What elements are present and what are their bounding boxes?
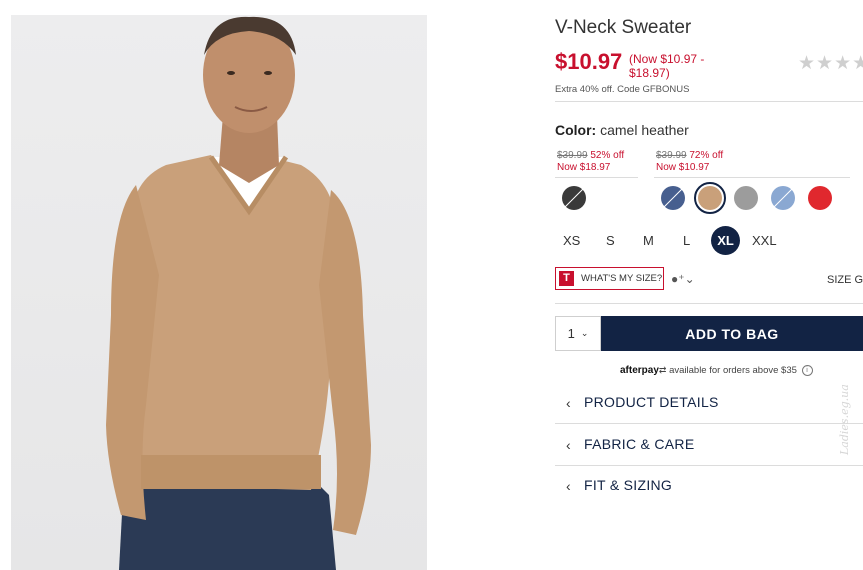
size-l[interactable]: L (683, 233, 690, 248)
accordion-label: FIT & SIZING (584, 477, 673, 493)
chevron-down-icon: ⌄ (580, 328, 589, 338)
original-price: $39.99 (656, 150, 687, 161)
now-price: Now $10.97 (656, 162, 710, 173)
discount-text: 72% off (686, 150, 724, 161)
afterpay-logo: afterpay (620, 365, 659, 377)
divider (654, 177, 850, 178)
color-label-row: Color: camel heather (555, 122, 689, 138)
model-photo-illustration (106, 16, 371, 570)
quantity-select[interactable]: 1 ⌄ (555, 316, 601, 351)
info-icon[interactable]: i (801, 365, 813, 376)
size-xxl[interactable]: XXL (752, 233, 777, 248)
rating-stars[interactable]: ★★★★ (798, 52, 863, 75)
now-price: Now $18.97 (557, 162, 611, 173)
sale-price: $10.97 (555, 49, 623, 74)
product-title: V-Neck Sweater (555, 17, 692, 38)
watermark: Ladies.eg.ua (838, 384, 851, 455)
divider (555, 303, 863, 304)
afterpay-message: afterpay⇄ available for orders above $35… (620, 365, 813, 376)
color-swatch-light-blue[interactable] (771, 186, 795, 210)
size-m[interactable]: M (643, 233, 654, 248)
accordion-label: PRODUCT DETAILS (584, 394, 719, 410)
quantity-value: 1 (567, 326, 575, 341)
color-label: Color: (555, 122, 597, 138)
afterpay-text: available for orders above $35 (666, 365, 797, 377)
chevron-left-icon: ‹ (566, 437, 571, 453)
person-chevron-icon[interactable]: ●⁺⌄ (671, 272, 695, 286)
accordion-fabric-care[interactable]: ‹ FABRIC & CARE (555, 425, 863, 466)
unavailable-slash (662, 187, 684, 209)
unavailable-slash (772, 187, 794, 209)
original-price: $39.99 (557, 150, 588, 161)
color-swatch-grey[interactable] (734, 186, 758, 210)
chevron-left-icon: ‹ (566, 395, 571, 411)
accordion-product-details[interactable]: ‹ PRODUCT DETAILS (555, 383, 863, 424)
size-s[interactable]: S (606, 233, 615, 248)
swatch-group-price: $39.99 52% off Now $18.97 (557, 150, 624, 174)
promo-text: Extra 40% off. Code GFBONUS (555, 84, 690, 95)
swatch-group-price: $39.99 72% off Now $10.97 (656, 150, 723, 174)
size-guide-link[interactable]: SIZE G (827, 274, 863, 286)
color-swatch-charcoal[interactable] (562, 186, 586, 210)
color-swatch-navy[interactable] (661, 186, 685, 210)
divider (555, 177, 638, 178)
whats-my-size-button[interactable]: T WHAT'S MY SIZE? (555, 267, 664, 290)
color-swatch-camel-selected[interactable] (694, 182, 726, 214)
divider (555, 101, 863, 102)
chevron-left-icon: ‹ (566, 478, 571, 494)
size-xl-selected[interactable]: XL (711, 226, 740, 255)
color-swatch-red[interactable] (808, 186, 832, 210)
color-value: camel heather (600, 122, 689, 138)
add-to-bag-button[interactable]: ADD TO BAG (601, 316, 863, 351)
price-range: (Now $10.97 - $18.97) (629, 52, 705, 80)
accordion-label: FABRIC & CARE (584, 436, 695, 452)
accordion-fit-sizing[interactable]: ‹ FIT & SIZING (555, 466, 863, 507)
size-xs[interactable]: XS (563, 233, 580, 248)
whats-my-size-label: WHAT'S MY SIZE? (581, 273, 663, 284)
unavailable-slash (563, 187, 585, 209)
product-image[interactable] (11, 15, 427, 570)
true-fit-logo: T (559, 271, 574, 286)
discount-text: 52% off (587, 150, 625, 161)
